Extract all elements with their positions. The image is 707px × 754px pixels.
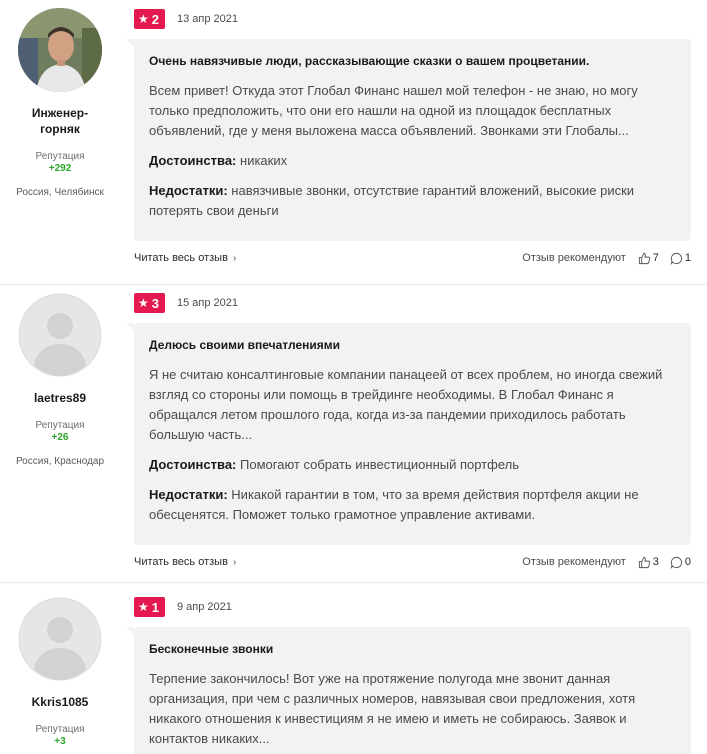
review-title[interactable]: Очень навязчивые люди, рассказывающие ск… xyxy=(149,53,677,69)
read-more-label: Читать весь отзыв xyxy=(134,252,228,264)
review-pros: Достоинства: никаких xyxy=(149,151,677,171)
review-card: laetres89 Репутация +26 Россия, Краснода… xyxy=(0,285,707,582)
review-author: laetres89 Репутация +26 Россия, Краснода… xyxy=(0,293,120,468)
review-card: Kkris1085 Репутация +3 ★ 1 9 апр 2021 Бе… xyxy=(0,583,707,754)
reputation-label: Репутация xyxy=(35,420,85,431)
default-avatar-icon xyxy=(18,597,102,681)
cons-label: Недостатки: xyxy=(149,183,228,198)
comment-icon xyxy=(670,556,682,569)
review-card: Инженер-горняк Репутация +292 Россия, Че… xyxy=(0,0,707,284)
author-location: Россия, Челябинск xyxy=(16,187,104,198)
review-footer: Читать весь отзыв › Отзыв рекомендуют 7 … xyxy=(134,250,691,266)
like-button[interactable]: 3 xyxy=(638,556,659,569)
review-cons: Недостатки: Никакой гарантии в том, что … xyxy=(149,485,677,525)
recommend-label: Отзыв рекомендуют xyxy=(522,556,626,568)
reputation-value: +3 xyxy=(54,736,66,747)
review-author: Инженер-горняк Репутация +292 Россия, Че… xyxy=(0,8,120,199)
star-icon: ★ xyxy=(138,12,149,26)
rating-badge: ★ 3 xyxy=(134,293,165,313)
review-body: Очень навязчивые люди, рассказывающие ск… xyxy=(126,39,691,241)
like-button[interactable]: 7 xyxy=(638,252,659,265)
review-pros: Достоинства: Помогают собрать инвестицио… xyxy=(149,455,677,475)
review-text: Всем привет! Откуда этот Глобал Финанс н… xyxy=(149,83,638,138)
read-more-link[interactable]: Читать весь отзыв › xyxy=(134,252,236,264)
rating-value: 3 xyxy=(151,295,159,311)
rating-value: 1 xyxy=(151,599,159,615)
reputation-label: Репутация xyxy=(35,724,85,735)
review-author: Kkris1085 Репутация +3 xyxy=(0,597,120,748)
cons-label: Недостатки: xyxy=(149,487,228,502)
comments-count: 1 xyxy=(684,252,691,264)
star-icon: ★ xyxy=(138,296,149,310)
star-icon: ★ xyxy=(138,600,149,614)
thumbs-up-icon xyxy=(638,252,650,264)
review-text: Я не считаю консалтинговые компании пана… xyxy=(149,367,663,442)
review-date: 9 апр 2021 xyxy=(177,601,232,613)
review-text: Терпение закончилось! Вот уже на протяже… xyxy=(149,671,636,746)
pros-text: никаких xyxy=(240,153,288,168)
review-title[interactable]: Бесконечные звонки xyxy=(149,641,677,657)
avatar[interactable] xyxy=(18,597,102,681)
rating-row: ★ 3 15 апр 2021 xyxy=(134,293,238,313)
reputation-value: +26 xyxy=(51,432,69,443)
rating-value: 2 xyxy=(151,11,159,27)
comments-button[interactable]: 1 xyxy=(670,252,691,265)
read-more-label: Читать весь отзыв xyxy=(134,556,228,568)
rating-badge: ★ 1 xyxy=(134,597,165,617)
review-cons: Недостатки: навязчивые звонки, отсутстви… xyxy=(149,181,677,221)
review-body: Бесконечные звонки Терпение закончилось!… xyxy=(126,627,691,754)
author-location: Россия, Краснодар xyxy=(15,456,105,467)
avatar[interactable] xyxy=(18,8,102,92)
reputation-label: Репутация xyxy=(35,151,85,162)
pros-text: Помогают собрать инвестиционный портфель xyxy=(240,457,519,472)
recommend-label: Отзыв рекомендуют xyxy=(522,252,626,264)
comment-icon xyxy=(670,252,682,265)
review-date: 13 апр 2021 xyxy=(177,13,239,25)
chevron-right-icon: › xyxy=(232,556,237,568)
read-more-link[interactable]: Читать весь отзыв › xyxy=(134,556,236,568)
likes-count: 3 xyxy=(652,556,659,568)
review-body: Делюсь своими впечатлениями Я не считаю … xyxy=(126,323,691,545)
author-name[interactable]: laetres89 xyxy=(0,390,120,406)
chevron-right-icon: › xyxy=(232,252,237,264)
review-date: 15 апр 2021 xyxy=(177,297,239,309)
rating-row: ★ 2 13 апр 2021 xyxy=(134,9,238,29)
thumbs-up-icon xyxy=(638,556,650,568)
rating-badge: ★ 2 xyxy=(134,9,165,29)
author-name[interactable]: Kkris1085 xyxy=(0,694,120,710)
default-avatar-icon xyxy=(18,293,102,377)
pros-label: Достоинства: xyxy=(149,153,237,168)
author-photo xyxy=(18,8,102,92)
avatar[interactable] xyxy=(18,293,102,377)
comments-count: 0 xyxy=(684,556,691,568)
comments-button[interactable]: 0 xyxy=(670,556,691,569)
pros-label: Достоинства: xyxy=(149,457,237,472)
author-name[interactable]: Инженер-горняк xyxy=(0,105,120,137)
review-title[interactable]: Делюсь своими впечатлениями xyxy=(149,337,677,353)
review-footer: Читать весь отзыв › Отзыв рекомендуют 3 … xyxy=(134,554,691,570)
rating-row: ★ 1 9 апр 2021 xyxy=(134,597,232,617)
reputation-value: +292 xyxy=(48,163,72,174)
likes-count: 7 xyxy=(652,252,659,264)
